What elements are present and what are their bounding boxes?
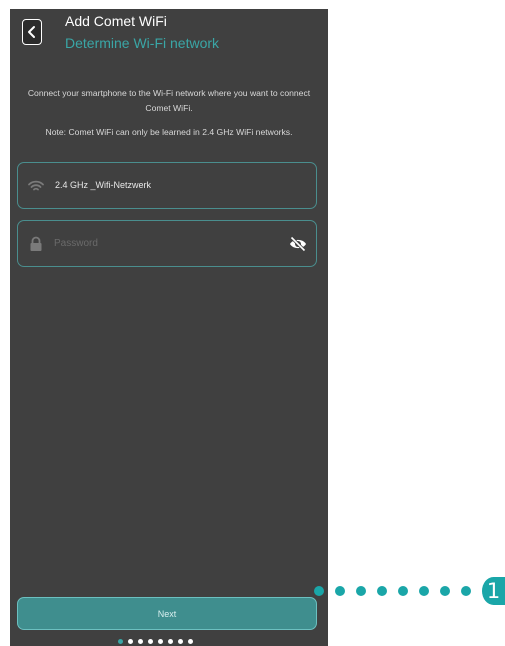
page-dot xyxy=(148,639,153,644)
callout-dot xyxy=(356,586,366,596)
callout-dot xyxy=(335,586,345,596)
ssid-field[interactable]: 2.4 GHz _Wifi-Netzwerk xyxy=(17,162,317,209)
chevron-left-icon xyxy=(28,26,35,38)
phone-screen: Add Comet WiFi Determine Wi-Fi network C… xyxy=(10,9,328,646)
page-dot xyxy=(128,639,133,644)
wifi-icon xyxy=(28,180,44,191)
callout-dot xyxy=(398,586,408,596)
page-dot xyxy=(118,639,123,644)
page-dot xyxy=(138,639,143,644)
instructions-text: Connect your smartphone to the Wi-Fi net… xyxy=(27,88,311,113)
callout-dot xyxy=(440,586,450,596)
password-input[interactable] xyxy=(54,233,264,253)
page-subtitle: Determine Wi-Fi network xyxy=(65,35,220,51)
callout-dot xyxy=(461,586,471,596)
callout-dot xyxy=(314,586,324,596)
password-field[interactable] xyxy=(17,220,317,267)
page-title: Add Comet WiFi xyxy=(65,13,167,29)
callout-dot xyxy=(377,586,387,596)
ssid-value: 2.4 GHz _Wifi-Netzwerk xyxy=(55,180,152,190)
callout-dotted-line xyxy=(314,585,471,597)
page-dot xyxy=(188,639,193,644)
lock-icon xyxy=(30,236,42,251)
page-dot xyxy=(158,639,163,644)
eye-off-icon[interactable] xyxy=(288,234,308,254)
page-dot xyxy=(168,639,173,644)
callout-dot xyxy=(419,586,429,596)
page: Add Comet WiFi Determine Wi-Fi network C… xyxy=(0,0,505,646)
note-text: Note: Comet WiFi can only be learned in … xyxy=(45,127,293,137)
next-button[interactable]: Next xyxy=(17,597,317,630)
back-button[interactable] xyxy=(22,19,42,45)
page-indicator xyxy=(118,639,193,644)
callout-badge: 1 xyxy=(482,577,505,605)
page-dot xyxy=(178,639,183,644)
